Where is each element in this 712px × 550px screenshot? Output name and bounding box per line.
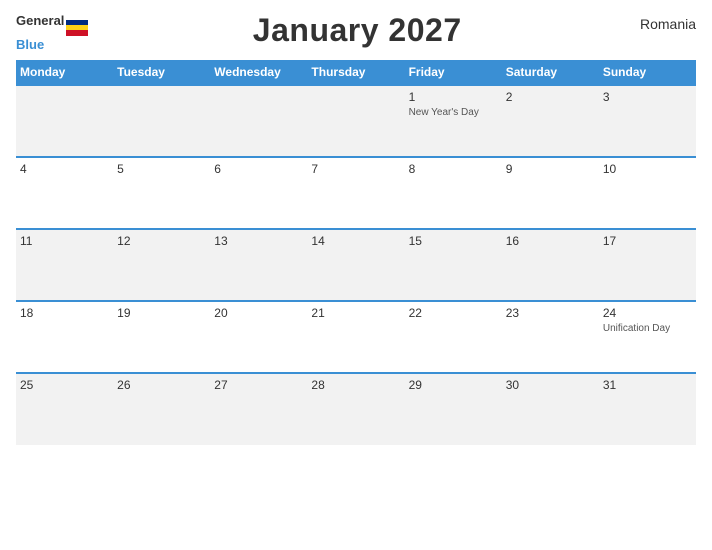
day-number: 29: [409, 378, 498, 392]
calendar-header: General Blue January 2027 Romania: [16, 12, 696, 54]
day-number: 2: [506, 90, 595, 104]
calendar-cell: 6: [210, 157, 307, 229]
logo-general-text: General: [16, 13, 64, 28]
day-number: 21: [311, 306, 400, 320]
calendar-cell: 14: [307, 229, 404, 301]
calendar-cell: 8: [405, 157, 502, 229]
week-row-5: 25 26 27 28 29 30 31: [16, 373, 696, 445]
title-area: January 2027: [88, 12, 626, 49]
day-number: 11: [20, 234, 109, 248]
calendar-cell: 13: [210, 229, 307, 301]
week-row-2: 456789 10: [16, 157, 696, 229]
day-number: 22: [409, 306, 498, 320]
day-number: 5: [117, 162, 206, 176]
calendar-cell: 19: [113, 301, 210, 373]
day-number: 19: [117, 306, 206, 320]
calendar-cell: 20: [210, 301, 307, 373]
col-wednesday: Wednesday: [210, 60, 307, 85]
day-number: 10: [603, 162, 692, 176]
day-number: 23: [506, 306, 595, 320]
calendar-cell: 27: [210, 373, 307, 445]
calendar-page: General Blue January 2027 Romania Monday…: [0, 0, 712, 550]
day-number: 3: [603, 90, 692, 104]
day-number: 12: [117, 234, 206, 248]
col-friday: Friday: [405, 60, 502, 85]
calendar-cell: 7: [307, 157, 404, 229]
holiday-name: New Year's Day: [409, 106, 498, 119]
day-number: 31: [603, 378, 692, 392]
day-number: 16: [506, 234, 595, 248]
day-number: 7: [311, 162, 400, 176]
calendar-cell: 11: [16, 229, 113, 301]
calendar-cell: 31: [599, 373, 696, 445]
day-number: 18: [20, 306, 109, 320]
calendar-cell: 18: [16, 301, 113, 373]
day-number: 1: [409, 90, 498, 104]
calendar-cell: 17: [599, 229, 696, 301]
calendar-table: Monday Tuesday Wednesday Thursday Friday…: [16, 60, 696, 445]
col-thursday: Thursday: [307, 60, 404, 85]
calendar-cell: 3: [599, 85, 696, 157]
calendar-cell: 4: [16, 157, 113, 229]
day-number: 6: [214, 162, 303, 176]
day-number: 20: [214, 306, 303, 320]
col-monday: Monday: [16, 60, 113, 85]
col-tuesday: Tuesday: [113, 60, 210, 85]
day-number: 24: [603, 306, 692, 320]
day-number: 9: [506, 162, 595, 176]
calendar-title: January 2027: [253, 12, 462, 48]
day-number: 15: [409, 234, 498, 248]
calendar-cell: 24 Unification Day: [599, 301, 696, 373]
holiday-name: Unification Day: [603, 322, 692, 335]
calendar-cell: 2: [502, 85, 599, 157]
calendar-cell: 1 New Year's Day: [405, 85, 502, 157]
col-sunday: Sunday: [599, 60, 696, 85]
country-label: Romania: [626, 12, 696, 32]
logo-flag: [66, 20, 88, 36]
weekday-header-row: Monday Tuesday Wednesday Thursday Friday…: [16, 60, 696, 85]
day-number: 4: [20, 162, 109, 176]
day-number: 28: [311, 378, 400, 392]
week-row-4: 18 19 20 21 22 23 24 Unification Day: [16, 301, 696, 373]
calendar-cell: 22: [405, 301, 502, 373]
calendar-cell: [210, 85, 307, 157]
day-number: 17: [603, 234, 692, 248]
day-number: 8: [409, 162, 498, 176]
calendar-cell: [16, 85, 113, 157]
day-number: 13: [214, 234, 303, 248]
calendar-cell: 16: [502, 229, 599, 301]
calendar-cell: 10: [599, 157, 696, 229]
calendar-cell: [307, 85, 404, 157]
calendar-cell: 29: [405, 373, 502, 445]
calendar-cell: 26: [113, 373, 210, 445]
calendar-cell: 9: [502, 157, 599, 229]
calendar-cell: 21: [307, 301, 404, 373]
day-number: 27: [214, 378, 303, 392]
calendar-cell: 12: [113, 229, 210, 301]
day-number: 26: [117, 378, 206, 392]
logo: General Blue: [16, 12, 88, 54]
calendar-cell: 5: [113, 157, 210, 229]
day-number: 14: [311, 234, 400, 248]
calendar-cell: 23: [502, 301, 599, 373]
day-number: 30: [506, 378, 595, 392]
calendar-cell: 25: [16, 373, 113, 445]
calendar-cell: [113, 85, 210, 157]
calendar-cell: 28: [307, 373, 404, 445]
day-number: 25: [20, 378, 109, 392]
logo-blue-text: Blue: [16, 37, 44, 52]
week-row-3: 11 12 13 14 15 16 17: [16, 229, 696, 301]
col-saturday: Saturday: [502, 60, 599, 85]
calendar-cell: 15: [405, 229, 502, 301]
week-row-1: 1 New Year's Day 23: [16, 85, 696, 157]
calendar-cell: 30: [502, 373, 599, 445]
